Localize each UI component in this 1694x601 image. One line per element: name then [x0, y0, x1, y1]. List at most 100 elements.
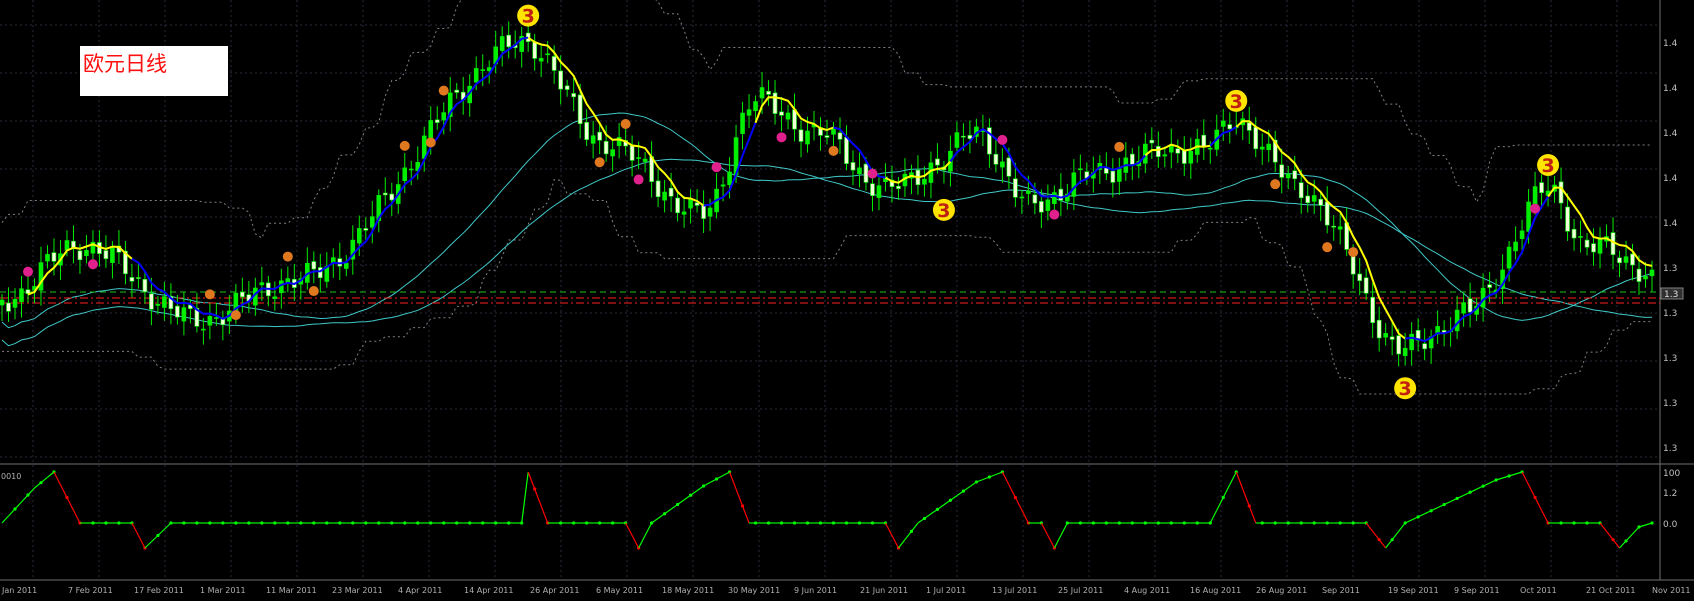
- oscillator: [1, 470, 1654, 550]
- candle-bear: [850, 162, 856, 171]
- candle-bull: [0, 299, 5, 306]
- candle-bear: [655, 180, 661, 198]
- signal-dot-orange: [620, 118, 631, 129]
- candle-bull: [954, 132, 960, 148]
- time-axis-label: 7 Feb 2011: [68, 586, 113, 595]
- time-axis-label: 6 May 2011: [596, 586, 643, 595]
- oscillator-down-segment: [728, 471, 737, 490]
- candle-bull: [688, 199, 693, 209]
- oscillator-down-segment: [1248, 505, 1257, 524]
- price-axis-label: 1.4: [1663, 84, 1678, 94]
- oscillator-up-segment: [14, 501, 22, 510]
- candle-bear: [1617, 257, 1622, 264]
- candle-bear: [772, 92, 778, 114]
- candle-bear: [1201, 134, 1207, 147]
- candle-bull: [441, 112, 447, 121]
- candle-bull: [746, 109, 752, 116]
- oscillator-up-segment: [27, 487, 35, 496]
- oscillator-down-segment: [741, 505, 750, 524]
- oscillator-down-segment: [137, 535, 146, 549]
- candle-bull: [831, 128, 836, 135]
- time-axis-label: 21 Jun 2011: [860, 586, 908, 595]
- price-axis-label: 1.4: [1663, 129, 1678, 139]
- candle-bull: [1519, 230, 1525, 239]
- candle-bull: [428, 120, 434, 140]
- candle-bear: [1571, 228, 1577, 239]
- signal-dot-orange: [1270, 179, 1281, 190]
- oscillator-down-segment: [1014, 497, 1023, 511]
- signal-dot-pink: [633, 174, 644, 185]
- candle-bear: [506, 34, 511, 48]
- candle-bear: [1006, 157, 1012, 177]
- candle-bull: [408, 168, 414, 171]
- candle-bear: [564, 85, 570, 90]
- candle-bull: [110, 247, 115, 263]
- time-axis-label: 17 Feb 2011: [134, 586, 184, 595]
- candle-bear: [824, 135, 830, 138]
- price-axis-label: 1.4: [1663, 174, 1678, 184]
- envelope-upper-line: [1, 0, 1652, 239]
- oscillator-down-segment: [1235, 471, 1244, 490]
- chart-canvas[interactable]: 3 3 3 3 3 1.4 1.4 1.4 1.4 1.4 1.3 1.3 1.3 1.3 1.3 1.2 1.…: [0, 0, 1694, 597]
- candle-bear: [1130, 153, 1135, 165]
- oscillator-up-segment: [1391, 530, 1400, 541]
- oscillator-down-segment: [1599, 522, 1608, 532]
- oscillator-up-segment: [1053, 535, 1062, 549]
- candle-bull: [45, 254, 50, 262]
- candle-bull: [785, 112, 791, 120]
- candle-bear: [454, 89, 460, 93]
- candle-bear: [1591, 243, 1596, 253]
- candle-bull: [538, 58, 544, 62]
- oscillator-down-segment: [540, 505, 549, 524]
- candle-bull: [343, 262, 349, 269]
- candle-bear: [701, 204, 706, 219]
- envelope-lower-line: [2, 179, 1652, 395]
- candle-bear: [1013, 178, 1018, 198]
- indicator-axis-label: 0.0: [1663, 520, 1678, 530]
- candle-bull: [201, 328, 206, 331]
- candle-bear: [1246, 122, 1252, 131]
- candle-bear: [389, 193, 395, 201]
- forex-chart[interactable]: 3 3 3 3 3 1.4 1.4 1.4 1.4 1.4 1.3 1.3 1.3 1.3 1.3 1.2 1.…: [0, 0, 1694, 597]
- oscillator-up-segment: [1469, 488, 1477, 493]
- candle-bear: [1279, 164, 1285, 178]
- candle-bear: [1422, 343, 1427, 350]
- oscillator-up-segment: [1482, 482, 1490, 487]
- candle-bear: [551, 56, 557, 71]
- candle-bear: [1467, 298, 1473, 313]
- oscillator-up-segment: [651, 517, 659, 524]
- candle-bear: [1149, 139, 1155, 144]
- oscillator-down-segment: [884, 522, 893, 536]
- oscillator-down-segment: [1541, 509, 1549, 524]
- candle-bull: [590, 135, 596, 144]
- candle-bear: [1389, 336, 1395, 340]
- candle-bull: [727, 171, 732, 186]
- signal-dot-pink: [1530, 203, 1541, 214]
- time-axis-label: 21 Oct 2011: [1586, 586, 1635, 595]
- oscillator-up-segment: [1222, 484, 1231, 498]
- candle-bear: [318, 267, 323, 279]
- candle-bull: [1117, 168, 1122, 182]
- oscillator-down-segment: [72, 509, 81, 524]
- oscillator-down-segment: [1001, 471, 1010, 486]
- time-axis-label: 30 May 2011: [728, 586, 780, 595]
- oscillator-down-segment: [1528, 484, 1536, 498]
- candle-bear: [1058, 188, 1064, 201]
- signal-dot-orange: [204, 289, 215, 300]
- candle-bull: [1162, 154, 1168, 157]
- candle-bull: [1000, 161, 1005, 168]
- candle-bull: [1409, 333, 1414, 351]
- candle-bull: [1045, 199, 1051, 211]
- time-axis-label: 9 Sep 2011: [1454, 586, 1500, 595]
- candle-bear: [603, 141, 609, 155]
- candle-bear: [175, 305, 180, 318]
- time-axis-label: 1 Mar 2011: [200, 586, 246, 595]
- signal-dot-orange: [828, 145, 839, 156]
- candle-bull: [259, 282, 265, 286]
- oscillator-up-segment: [1456, 494, 1464, 499]
- candle-bull: [12, 299, 18, 308]
- oscillator-down-segment: [631, 535, 640, 549]
- oscillator-up-segment: [144, 541, 152, 549]
- candle-bear: [837, 132, 843, 140]
- oscillator-up-segment: [677, 499, 685, 505]
